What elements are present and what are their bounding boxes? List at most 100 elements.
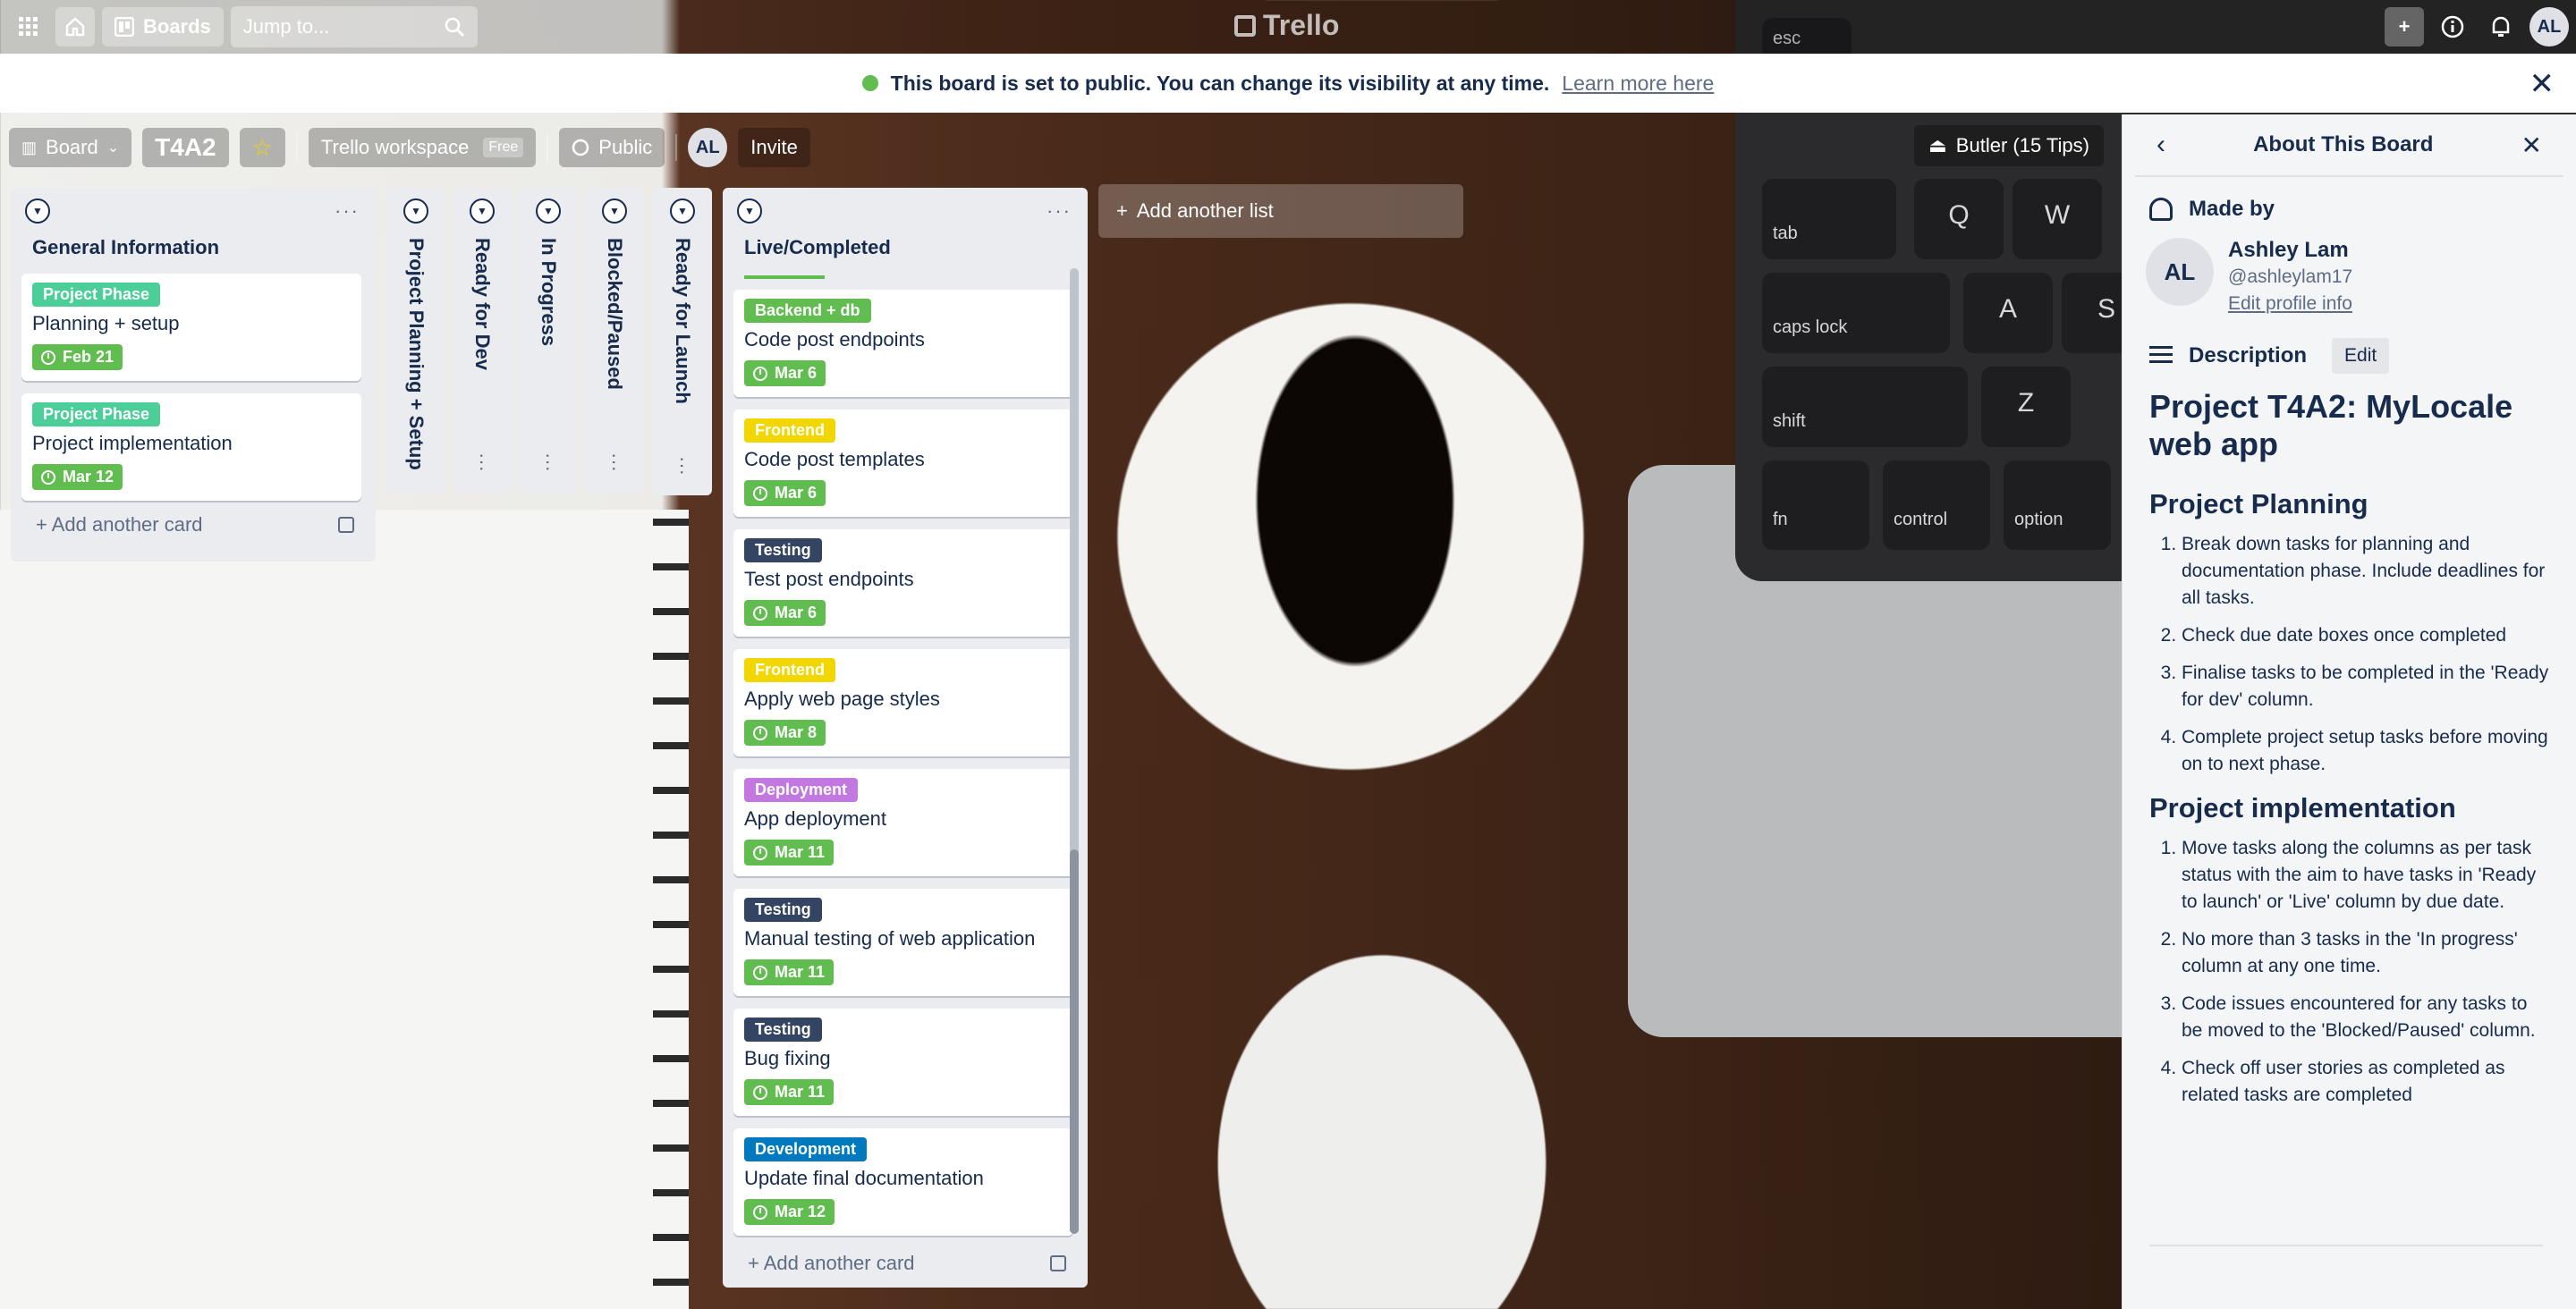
list-blocked-paused[interactable]: ▼ Blocked/Paused ··· <box>585 188 644 492</box>
apps-menu-button[interactable] <box>9 7 48 46</box>
butler-button[interactable]: ⏏ Butler (15 Tips) <box>1914 125 2104 166</box>
info-button[interactable] <box>2433 7 2472 46</box>
edit-profile-link[interactable]: Edit profile info <box>2228 293 2352 315</box>
home-button[interactable] <box>55 7 95 46</box>
key-capslock: caps lock <box>1762 273 1950 353</box>
card-title: Test post endpoints <box>744 568 914 590</box>
list-menu-button[interactable]: ··· <box>335 199 360 223</box>
star-button[interactable]: ☆ <box>239 128 285 167</box>
list-in-progress[interactable]: ▼ In Progress ··· <box>519 188 578 492</box>
creator-avatar[interactable]: AL <box>2146 238 2214 306</box>
due-date-badge[interactable]: Mar 6 <box>744 360 826 386</box>
search-input[interactable]: Jump to... <box>230 6 478 47</box>
list-menu-button[interactable]: ··· <box>671 456 694 476</box>
star-icon: ☆ <box>251 133 273 161</box>
bell-icon <box>2492 16 2510 37</box>
card[interactable]: Frontend Code post templates Mar 6 <box>733 410 1073 517</box>
edit-description-button[interactable]: Edit <box>2332 338 2390 374</box>
due-date-badge[interactable]: Mar 12 <box>744 1199 835 1225</box>
list-ready-for-launch[interactable]: ▼ Ready for Launch ··· <box>653 188 712 495</box>
due-date-badge[interactable]: Mar 11 <box>744 1079 835 1105</box>
card-template-icon[interactable] <box>1050 1255 1066 1271</box>
workspace-name: Trello workspace <box>320 136 470 158</box>
expand-list-button[interactable]: ▼ <box>670 198 695 224</box>
list-project-planning[interactable]: ▼ Project Planning + Setup <box>386 188 445 492</box>
learn-more-link[interactable]: Learn more here <box>1562 72 1714 96</box>
list-title: Project Planning + Setup <box>405 238 428 470</box>
card[interactable]: Backend + db Code post endpoints Mar 6 <box>733 290 1073 397</box>
due-date-badge[interactable]: Mar 8 <box>744 720 826 746</box>
due-date-text: Mar 6 <box>775 484 818 502</box>
collapse-list-button[interactable]: ▼ <box>25 198 50 224</box>
key-option: option <box>2004 460 2111 550</box>
board-view-switcher[interactable]: ▥ Board ⌄ <box>9 128 132 167</box>
workspace-button[interactable]: Trello workspace Free <box>308 128 537 167</box>
description-list-item: Code issues encountered for any tasks to… <box>2182 991 2549 1044</box>
card[interactable]: Project Phase Project implementation Mar 1… <box>21 393 361 501</box>
trello-logo[interactable]: Trello <box>1234 9 1339 42</box>
card-template-icon[interactable] <box>338 517 354 533</box>
card[interactable]: Testing Test post endpoints Mar 6 <box>733 529 1073 637</box>
card-label: Frontend <box>744 418 835 443</box>
list-menu-button[interactable]: ··· <box>537 452 560 472</box>
clock-icon <box>753 486 767 501</box>
implementation-list: Move tasks along the columns as per task… <box>2149 835 2549 1109</box>
section-heading-planning: Project Planning <box>2149 488 2368 519</box>
sidebar-header: ‹ About This Board ✕ <box>2135 114 2563 177</box>
due-date-badge[interactable]: Mar 12 <box>32 464 123 490</box>
invite-button[interactable]: Invite <box>738 128 810 167</box>
visibility-button[interactable]: Public <box>559 128 665 167</box>
user-avatar[interactable]: AL <box>2529 7 2569 46</box>
clock-icon <box>753 605 767 621</box>
due-date-badge[interactable]: Mar 6 <box>744 480 826 506</box>
card[interactable]: Frontend Apply web page styles Mar 8 <box>733 649 1073 756</box>
list-live-completed: ▼ ··· Live/Completed Backend + db Code po… <box>723 188 1088 1288</box>
chevron-down-icon: ⌄ <box>106 140 120 156</box>
close-icon[interactable]: ✕ <box>2521 131 2542 160</box>
close-icon[interactable]: ✕ <box>2529 66 2555 102</box>
card[interactable]: Testing Manual testing of web application… <box>733 889 1073 996</box>
description-heading: Project T4A2: MyLocale web app <box>2149 388 2513 462</box>
add-card-button[interactable]: + Add another card <box>723 1248 1088 1275</box>
back-icon[interactable]: ‹ <box>2157 130 2165 160</box>
list-title[interactable]: General Information <box>11 224 376 274</box>
expand-list-button[interactable]: ▼ <box>403 198 428 224</box>
sidebar-title: About This Board <box>2253 132 2434 156</box>
expand-list-button[interactable]: ▼ <box>536 198 561 224</box>
butler-label: Butler (15 Tips) <box>1955 134 2089 156</box>
list-header: ▼ ··· <box>11 188 376 224</box>
clock-icon <box>753 845 767 860</box>
boards-button[interactable]: Boards <box>102 7 224 46</box>
card[interactable]: Development Update final documentation Mar… <box>733 1128 1073 1236</box>
card-label: Testing <box>744 898 822 922</box>
due-date-badge[interactable]: Mar 11 <box>744 959 835 985</box>
board-title[interactable]: T4A2 <box>142 128 229 167</box>
card[interactable]: Testing Bug fixing Mar 11 <box>733 1009 1073 1116</box>
card-label: Testing <box>744 1018 822 1042</box>
card[interactable]: Project Phase Planning + setup Feb 21 <box>21 274 361 381</box>
trello-logo-icon <box>1234 14 1256 37</box>
due-date-badge[interactable]: Feb 21 <box>32 344 123 370</box>
list-menu-button[interactable]: ··· <box>1046 199 1072 223</box>
list-ready-for-dev[interactable]: ▼ Ready for Dev ··· <box>453 188 512 492</box>
notifications-button[interactable] <box>2481 7 2521 46</box>
description-list-item: Check off user stories as completed as r… <box>2182 1055 2549 1109</box>
globe-icon <box>861 75 878 91</box>
expand-list-button[interactable]: ▼ <box>602 198 627 224</box>
collapse-list-button[interactable]: ▼ <box>737 198 762 224</box>
workspace-plan-badge: Free <box>483 138 524 157</box>
description-list-item: Complete project setup tasks before movi… <box>2182 724 2549 778</box>
due-date-badge[interactable]: Mar 11 <box>744 840 835 866</box>
list-scrollbar-thumb[interactable] <box>1070 849 1079 1234</box>
due-date-badge[interactable]: Mar 6 <box>744 600 826 626</box>
member-avatar[interactable]: AL <box>688 128 728 167</box>
card[interactable]: Deployment App deployment Mar 11 <box>733 769 1073 876</box>
expand-list-button[interactable]: ▼ <box>470 198 495 224</box>
add-card-button[interactable]: + Add another card <box>11 513 376 536</box>
list-menu-button[interactable]: ··· <box>603 452 626 472</box>
add-list-button[interactable]: + Add another list <box>1098 184 1463 238</box>
list-title[interactable]: Live/Completed <box>723 224 1088 272</box>
divider <box>675 134 678 161</box>
list-menu-button[interactable]: ··· <box>470 452 494 472</box>
create-button[interactable]: + <box>2385 7 2424 46</box>
